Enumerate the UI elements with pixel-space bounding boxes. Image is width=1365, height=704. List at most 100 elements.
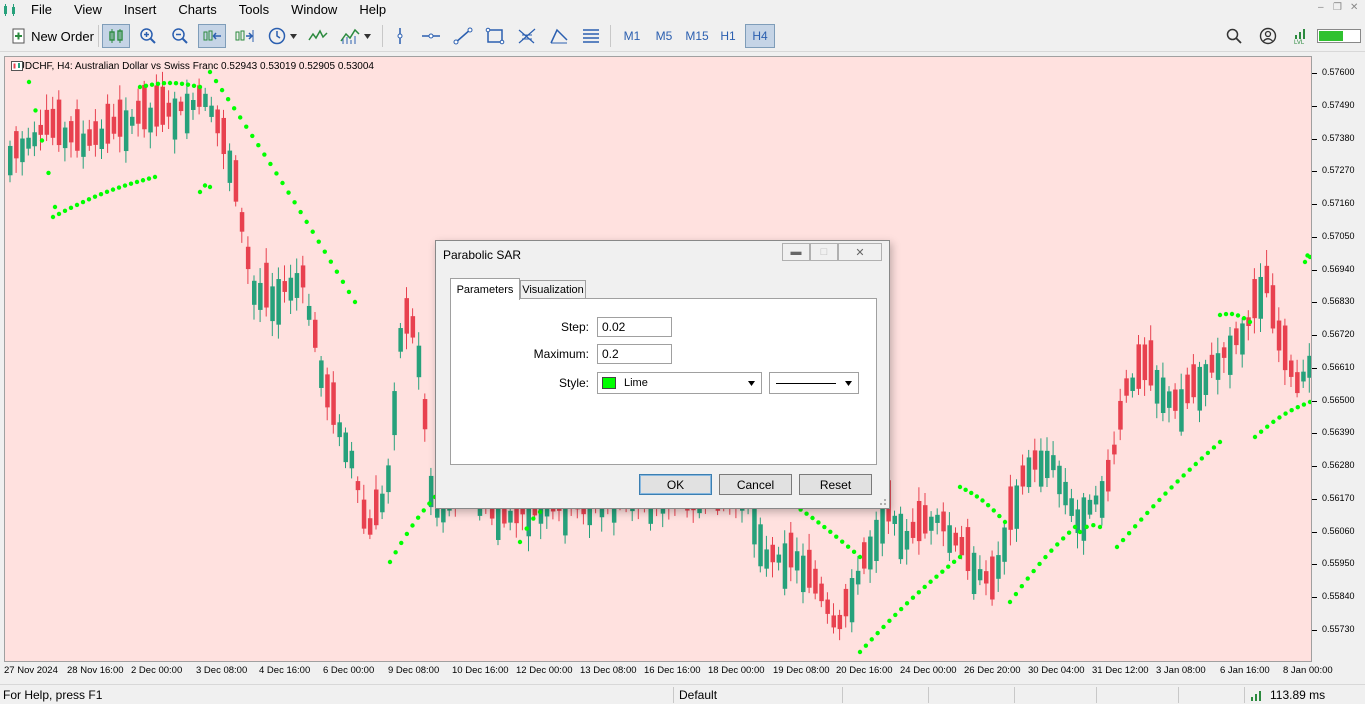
search-button[interactable] [1222, 24, 1246, 48]
lvl-button[interactable]: LVL [1290, 24, 1314, 48]
time-label: 6 Jan 16:00 [1220, 665, 1270, 676]
close-icon[interactable]: ✕ [1350, 2, 1358, 13]
signal-level-icon: LVL [1294, 29, 1305, 45]
candle-body [154, 85, 159, 127]
candle-body [233, 160, 239, 202]
candle-body [81, 133, 86, 157]
menu-charts[interactable]: Charts [167, 0, 227, 20]
line-style-select[interactable] [769, 372, 859, 394]
vertical-line-button[interactable] [388, 24, 412, 48]
candle-body [69, 121, 74, 143]
zoom-out-button[interactable] [168, 24, 192, 48]
sar-dot [207, 184, 213, 190]
menu-window[interactable]: Window [280, 0, 348, 20]
color-swatch [602, 377, 616, 389]
chart-window-icon [11, 61, 23, 71]
tab-parameters[interactable]: Parameters [450, 278, 520, 300]
resize-grip-icon[interactable] [877, 496, 887, 506]
candle-body [984, 571, 989, 584]
candle-body [245, 246, 251, 270]
sar-dot [1169, 485, 1174, 490]
sar-dot [185, 82, 191, 87]
sar-dot [1013, 591, 1019, 597]
price-label: 0.57160 [1322, 198, 1355, 208]
menu-help[interactable]: Help [348, 0, 397, 20]
candle-body [361, 499, 367, 529]
timeframe-m15-button[interactable]: M15 [681, 24, 713, 48]
maximum-input[interactable] [597, 344, 672, 364]
fibonacci-button[interactable] [515, 24, 539, 48]
sar-dot [1120, 537, 1126, 543]
menu-view[interactable]: View [63, 0, 113, 20]
trendline-button[interactable] [451, 24, 475, 48]
sar-dot [104, 189, 110, 195]
account-button[interactable] [1256, 24, 1280, 48]
step-input[interactable] [597, 317, 672, 337]
rectangle-button[interactable] [483, 24, 507, 48]
menu-insert[interactable]: Insert [113, 0, 168, 20]
candle-body [319, 360, 324, 388]
menu-tools[interactable]: Tools [228, 0, 280, 20]
candle-body [788, 532, 794, 568]
candle-body [1264, 265, 1270, 294]
candle-body [1142, 344, 1148, 381]
candle-body [123, 110, 129, 152]
dialog-minimize-button[interactable]: ▬ [782, 243, 810, 261]
candle-body [160, 86, 165, 125]
user-icon [1259, 27, 1277, 45]
price-label: 0.56720 [1322, 329, 1355, 339]
candle-body [75, 109, 80, 151]
andrews-pitchfork-button[interactable] [547, 24, 571, 48]
price-label: 0.57270 [1322, 165, 1355, 176]
time-label: 30 Dec 04:00 [1028, 665, 1085, 676]
sar-dot [1217, 439, 1223, 445]
dialog-close-button[interactable]: ✕ [838, 243, 882, 261]
sar-dot [140, 178, 146, 183]
timeframe-h4-button[interactable]: H4 [745, 24, 775, 48]
cancel-button[interactable]: Cancel [719, 474, 792, 495]
objects-list-button[interactable] [579, 24, 603, 48]
sar-dot [963, 487, 968, 493]
sar-dot [1187, 467, 1192, 472]
sar-dot [316, 239, 321, 244]
style-label: Style: [558, 376, 589, 390]
candle-body [184, 93, 190, 134]
timeframe-m5-button[interactable]: M5 [649, 24, 679, 48]
sar-dot [286, 190, 291, 195]
time-label: 18 Dec 00:00 [708, 665, 765, 676]
timeframe-m1-button[interactable]: M1 [617, 24, 647, 48]
candle-body [191, 100, 196, 110]
tab-visualization[interactable]: Visualization [520, 280, 586, 300]
restore-icon[interactable]: ❐ [1333, 2, 1342, 13]
horizontal-line-button[interactable] [419, 24, 443, 48]
chart-shift-button[interactable] [232, 24, 256, 48]
sar-dot [1229, 311, 1235, 317]
candle-body [105, 103, 111, 144]
candle-body [862, 542, 867, 569]
sar-dot [1097, 524, 1103, 530]
templates-dropdown-button[interactable] [336, 24, 374, 48]
price-label: 0.55840 [1322, 591, 1355, 601]
sar-dot [537, 509, 543, 515]
autoscroll-button[interactable] [198, 24, 226, 48]
sar-dot [517, 539, 523, 545]
candle-body [916, 500, 922, 542]
ok-button[interactable]: OK [639, 474, 712, 495]
style-color-select[interactable]: Lime [597, 372, 762, 394]
indicators-button[interactable] [306, 24, 330, 48]
candle-body [1008, 486, 1013, 530]
new-order-button[interactable]: New Order [10, 24, 95, 48]
candle-body [1112, 444, 1117, 455]
sar-dot [238, 115, 243, 120]
candle-body [990, 556, 995, 600]
reset-button[interactable]: Reset [799, 474, 872, 495]
candle-body [843, 588, 849, 617]
minimize-icon[interactable]: – [1318, 2, 1324, 13]
zoom-in-button[interactable] [136, 24, 160, 48]
timeframe-h1-button[interactable]: H1 [713, 24, 743, 48]
time-label: 24 Dec 00:00 [900, 665, 957, 676]
sar-dot [62, 208, 68, 214]
periods-dropdown-button[interactable] [262, 24, 302, 48]
menu-file[interactable]: File [20, 0, 63, 20]
candlestick-chart-button[interactable] [102, 24, 130, 48]
